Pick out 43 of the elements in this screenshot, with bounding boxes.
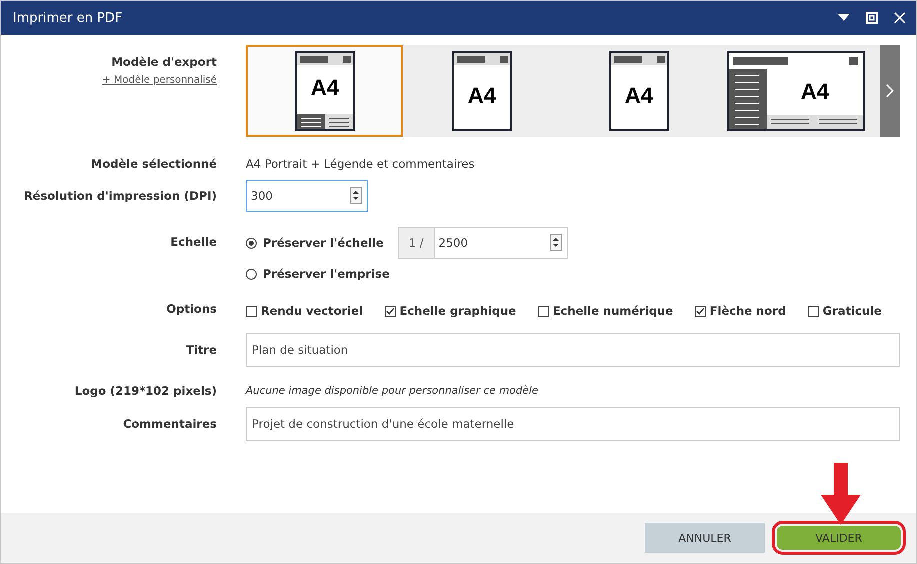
field-label: Echelle: [170, 235, 217, 249]
close-icon[interactable]: [894, 12, 906, 24]
checkbox[interactable]: [384, 306, 396, 316]
checkbox-label: Graticule: [822, 304, 882, 318]
field-label: Logo (219*102 pixels): [74, 384, 217, 398]
template-thumbnail[interactable]: A4: [246, 45, 403, 137]
field-label: Modèle sélectionné: [91, 157, 217, 171]
title-field[interactable]: Plan de situation: [246, 333, 900, 367]
radio-label: Préserver l'emprise: [263, 267, 390, 281]
confirm-button[interactable]: VALIDER: [777, 526, 901, 550]
selected-model-value: A4 Portrait + Légende et commentaires: [246, 157, 475, 171]
scale-prefix: 1 /: [398, 227, 434, 259]
window-title: Imprimer en PDF: [13, 10, 124, 26]
scale-field[interactable]: 2500: [434, 227, 568, 259]
chevron-right-icon: [886, 84, 894, 98]
checkbox-label: Echelle numérique: [552, 304, 674, 318]
restore-icon[interactable]: [866, 12, 878, 24]
field-label: Résolution d'impression (DPI): [24, 189, 217, 203]
arrow-icon: [821, 463, 861, 525]
field-label: Options: [166, 302, 217, 316]
caret-icon[interactable]: [838, 14, 850, 22]
checkbox-label: Rendu vectoriel: [261, 304, 364, 318]
spinner-icon[interactable]: [550, 234, 562, 251]
logo-note: Aucune image disponible pour personnaliser ce modèle: [246, 385, 538, 397]
comments-field[interactable]: Projet de construction d'une école maternelle: [246, 407, 900, 441]
checkbox[interactable]: [246, 306, 257, 316]
cancel-button[interactable]: ANNULER: [645, 523, 765, 553]
field-label: Modèle d'export: [112, 55, 217, 69]
template-thumbnail[interactable]: A4: [560, 45, 717, 137]
custom-model-link[interactable]: + Modèle personnalisé: [102, 75, 217, 86]
spinner-icon[interactable]: [350, 187, 362, 204]
radio-label: Préserver l'échelle: [263, 236, 384, 250]
checkbox-label: Echelle graphique: [400, 304, 516, 318]
resolution-field[interactable]: 300: [246, 180, 368, 212]
checkbox[interactable]: [538, 306, 549, 316]
template-thumbnail[interactable]: A4: [403, 45, 560, 137]
radio-button[interactable]: [246, 238, 257, 248]
radio-button[interactable]: [246, 268, 257, 280]
field-label: Titre: [186, 343, 217, 357]
checkbox-label: Flèche nord: [710, 304, 786, 318]
checkbox[interactable]: [694, 306, 706, 316]
checkbox[interactable]: [808, 306, 819, 316]
field-label: Commentaires: [123, 417, 217, 431]
